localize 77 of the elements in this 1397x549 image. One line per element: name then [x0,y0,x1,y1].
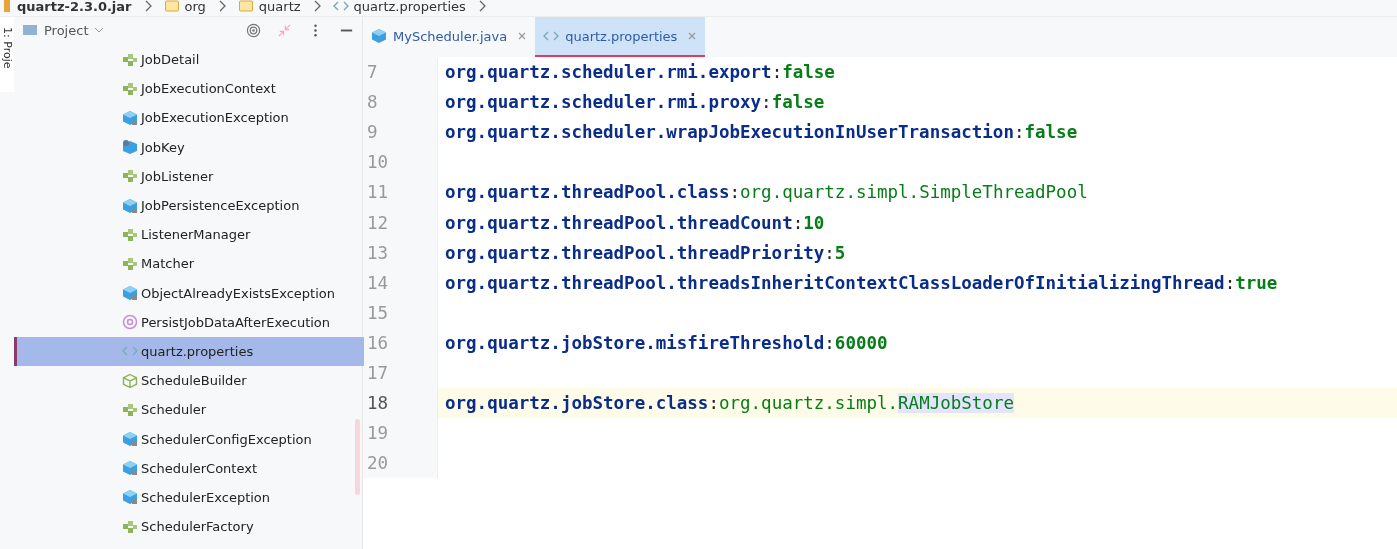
line-number: 11 [363,177,438,208]
dropdown-caret-icon[interactable] [94,27,105,33]
cube-icon [122,489,138,506]
tree-item[interactable]: SchedulerException [14,482,362,512]
line-number: 10 [363,147,438,178]
interface-icon [122,80,138,97]
chevron-icon [217,0,226,12]
tree-item[interactable]: SchedulerFactory [14,512,362,542]
code-line: org.quartz.jobStore.class:org.quartz.simpl.RAMJobStore [445,393,1014,414]
tree-item[interactable]: JobListener [14,161,362,191]
jar-icon [4,0,12,14]
cube-icon [122,460,138,477]
breadcrumb-item[interactable]: org [163,0,206,14]
breadcrumb-item[interactable]: quartz-2.3.0.jar [4,0,132,14]
line-number: 16 [363,327,438,358]
line-number: 7 [363,57,438,88]
folder-icon [163,0,180,14]
close-icon[interactable] [687,31,698,41]
code-line: org.quartz.scheduler.rmi.proxy:false [445,92,825,113]
code-line: org.quartz.scheduler.wrapJobExecutionInUserTransaction:false [445,122,1078,143]
chevron-icon [143,0,152,12]
code-line: org.quartz.threadPool.threadPriority:5 [445,242,846,263]
tree-item[interactable]: JobKey [14,132,362,162]
folder-icon [237,0,254,14]
code-line: org.quartz.threadPool.threadsInheritContextClassLoaderOfInitializingThread:true [445,272,1278,293]
cube-icon [122,139,138,156]
target-icon[interactable] [246,22,261,38]
line-number: 8 [363,87,438,118]
line-number: 20 [363,448,438,479]
line-number: 14 [363,267,438,298]
tree-item[interactable]: Matcher [14,249,362,279]
line-number: 9 [363,117,438,148]
interface-icon [122,401,138,418]
editor-tab[interactable]: quartz.properties [535,17,706,57]
code-line: org.quartz.threadPool.class:org.quartz.simpl.SimpleThreadPool [445,182,1088,203]
tree-item[interactable]: SchedulerContext [14,453,362,483]
tree-item[interactable]: ListenerManager [14,220,362,250]
interface-icon [122,168,138,185]
interface-icon [122,255,138,272]
interface-icon [122,518,138,535]
tree-item[interactable]: quartz.properties [14,336,364,367]
line-number: 15 [363,297,438,328]
tree-item[interactable]: JobDetail [14,45,362,75]
cube-outline-icon [122,372,138,389]
cube-icon [122,431,138,448]
collapse-icon[interactable] [277,22,292,38]
cube-icon [122,197,138,214]
close-icon[interactable] [517,31,528,41]
line-number: 19 [363,418,438,449]
code-line: org.quartz.scheduler.rmi.export:false [445,62,835,83]
tree-item[interactable]: SchedulerConfigException [14,424,362,454]
folder-icon [22,22,38,38]
breadcrumb-item[interactable]: quartz.properties [332,0,466,14]
tree-item[interactable]: PersistJobDataAfterExecution [14,307,362,337]
at-sign-icon [122,314,138,331]
panel-title[interactable]: Project [22,22,105,38]
code-line: org.quartz.threadPool.threadCount:10 [445,212,825,233]
tree-item[interactable]: JobExecutionException [14,103,362,133]
chevron-icon [312,0,321,12]
cube-icon [122,285,138,302]
line-number: 18 [363,388,438,419]
interface-icon [122,226,138,243]
breadcrumb-item[interactable]: quartz [237,0,301,14]
interface-icon [122,51,138,68]
tree-item[interactable]: ObjectAlreadyExistsException [14,278,362,308]
tree-item[interactable]: JobExecutionContext [14,74,362,104]
code-line: org.quartz.jobStore.misfireThreshold:60000 [445,332,888,353]
line-number: 17 [363,357,438,389]
tree-item[interactable]: JobPersistenceException [14,190,362,221]
line-number: 13 [363,237,438,268]
cube-icon [122,109,138,126]
cube-icon [371,28,387,44]
editor-tab[interactable]: MyScheduler.java [363,17,536,57]
tree-item[interactable]: Scheduler [14,395,362,425]
line-number: 12 [363,207,438,238]
chevron-icon [477,0,486,12]
tree-item[interactable]: ScheduleBuilder [14,366,362,396]
